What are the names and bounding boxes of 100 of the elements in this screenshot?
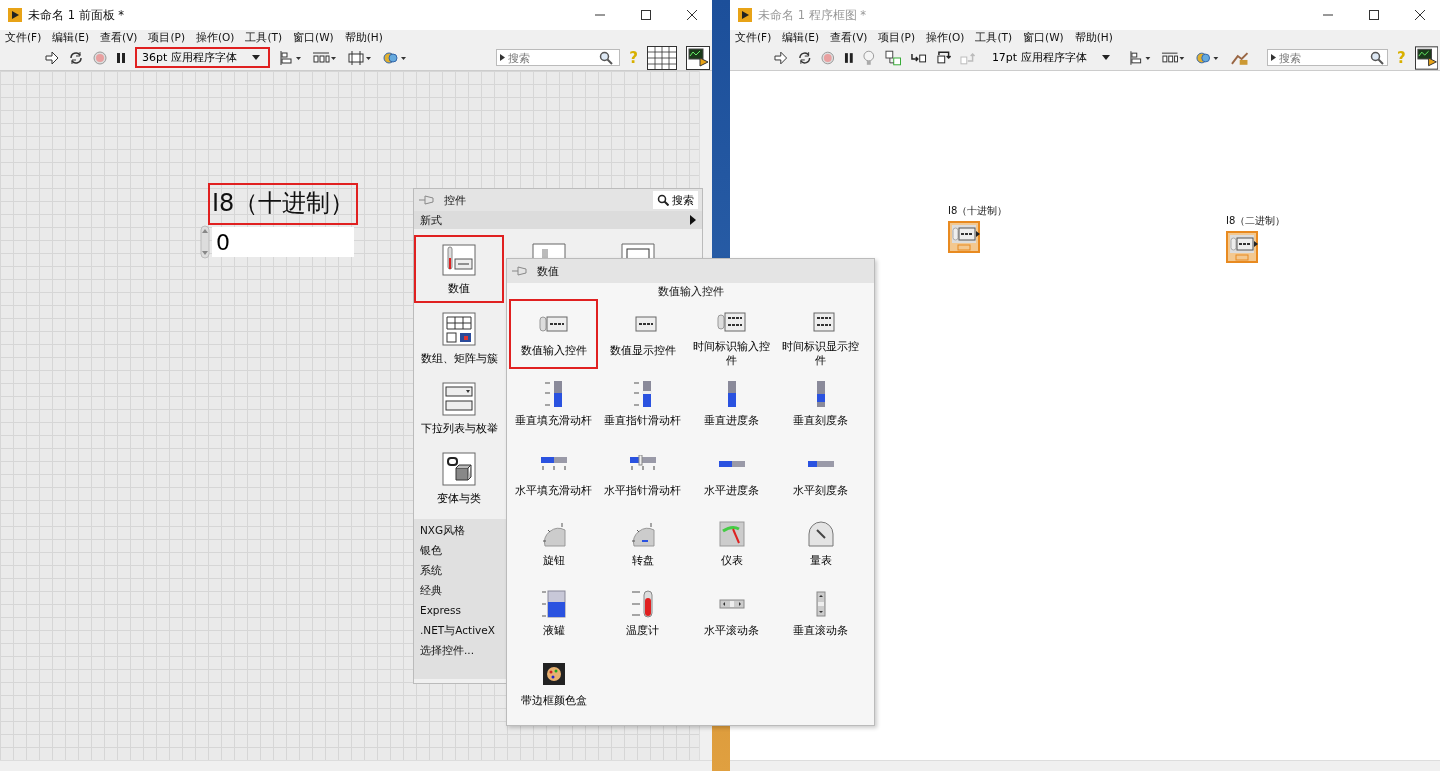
palette-item[interactable]: 垂直进度条: [687, 369, 776, 439]
connector-pane-icon[interactable]: [647, 45, 677, 70]
palette-item[interactable]: 转盘: [598, 509, 687, 579]
reorder-icon[interactable]: [382, 49, 408, 66]
time-control-icon: [716, 312, 747, 332]
close-icon: [1415, 10, 1425, 20]
app-logo-icon: [738, 8, 752, 22]
distribute-icon[interactable]: [312, 49, 338, 66]
horizontal-slider-icon: [539, 455, 568, 473]
control-label: I8（十进制）: [208, 183, 359, 225]
palette-item[interactable]: 变体与类: [414, 445, 504, 513]
menu-item[interactable]: 文件(F): [5, 30, 42, 45]
palette-item[interactable]: 数值显示控件: [598, 299, 687, 369]
palette-section[interactable]: 系统: [420, 560, 500, 580]
search-field[interactable]: 搜索: [508, 51, 597, 64]
resize-icon[interactable]: [347, 49, 373, 66]
category-label: 新式: [420, 212, 442, 228]
run-continuously-icon[interactable]: [68, 50, 84, 65]
palette-item[interactable]: 仪表: [687, 509, 776, 579]
palette-section[interactable]: Express: [420, 600, 500, 620]
horizontal-bar-icon: [717, 460, 746, 468]
align-icon[interactable]: [279, 49, 303, 66]
align-icon[interactable]: [1128, 49, 1153, 66]
vi-icon[interactable]: [686, 45, 710, 70]
vertical-slider-icon: [631, 380, 654, 408]
gauge-icon: [807, 521, 834, 547]
step-over-icon[interactable]: [935, 50, 952, 65]
probe-icon[interactable]: [884, 49, 903, 66]
dial-icon: [629, 521, 656, 547]
palette-item[interactable]: 温度计: [598, 579, 687, 649]
palette-search-button[interactable]: 搜索: [653, 191, 698, 209]
palette-section[interactable]: 银色: [420, 540, 500, 560]
palette-item[interactable]: 垂直填充滑动杆: [509, 369, 598, 439]
palette-item[interactable]: 垂直刻度条: [776, 369, 865, 439]
palette-item[interactable]: 水平刻度条: [776, 439, 865, 509]
vertical-bar-icon: [726, 380, 737, 408]
palette-item[interactable]: 液罐: [509, 579, 598, 649]
menu-item[interactable]: 工具(T): [975, 30, 1013, 45]
menu-item[interactable]: 操作(O): [196, 30, 235, 45]
palette-item[interactable]: 水平滚动条: [687, 579, 776, 649]
palette-item[interactable]: 水平填充滑动杆: [509, 439, 598, 509]
menu-item[interactable]: 查看(V): [100, 30, 138, 45]
palette-item[interactable]: 下拉列表与枚举: [414, 375, 504, 443]
increment-arrows-icon[interactable]: [200, 225, 210, 259]
palette-section[interactable]: .NET与ActiveX: [420, 620, 500, 640]
search-icon[interactable]: [599, 50, 614, 65]
menu-item[interactable]: 编辑(E): [782, 30, 820, 45]
palette-section[interactable]: 经典: [420, 580, 500, 600]
palette-item[interactable]: 量表: [776, 509, 865, 579]
menu-item[interactable]: 窗口(W): [1023, 30, 1064, 45]
window-title: 未命名 1 前面板 *: [28, 7, 125, 23]
scrollbar-icon: [814, 591, 827, 617]
palette-item[interactable]: 数值: [414, 235, 504, 303]
palette-section[interactable]: NXG风格: [420, 520, 500, 540]
vertical-slider-icon: [542, 380, 565, 408]
menu-item[interactable]: 项目(P): [878, 30, 915, 45]
triangle-icon[interactable]: [1271, 54, 1276, 61]
palette-item[interactable]: 数组、矩阵与簇: [414, 305, 504, 373]
variant-palette-icon: [442, 452, 476, 486]
search-box[interactable]: 搜索: [496, 49, 621, 66]
numeric-terminal-icon[interactable]: [948, 221, 981, 253]
menu-item[interactable]: 工具(T): [245, 30, 283, 45]
run-continuously-icon[interactable]: [796, 50, 812, 65]
menu-item[interactable]: 编辑(E): [52, 30, 90, 45]
menu-item[interactable]: 操作(O): [926, 30, 965, 45]
palette-item[interactable]: 时间标识显示控件: [776, 299, 865, 369]
vi-icon[interactable]: [1414, 45, 1438, 70]
palette-item[interactable]: 时间标识输入控件: [687, 299, 776, 369]
menu-item[interactable]: 帮助(H): [1074, 30, 1113, 45]
palette-item[interactable]: 水平指针滑动杆: [598, 439, 687, 509]
font-dropdown[interactable]: 36pt 应用程序字体: [135, 47, 270, 68]
run-arrow-icon[interactable]: [45, 50, 59, 65]
palette-item[interactable]: 数值输入控件: [509, 299, 598, 369]
menu-item[interactable]: 查看(V): [830, 30, 868, 45]
pause-icon[interactable]: [116, 51, 126, 64]
palette-item[interactable]: 带边框颜色盒: [509, 649, 598, 719]
knob-icon: [540, 521, 567, 547]
search-box[interactable]: 搜索: [1267, 49, 1388, 66]
category-row[interactable]: 新式: [414, 211, 702, 229]
numeric-terminal-icon[interactable]: [1226, 231, 1259, 263]
palette-section[interactable]: 选择控件...: [420, 640, 500, 660]
run-arrow-icon[interactable]: [773, 50, 788, 65]
pause-icon[interactable]: [843, 51, 854, 64]
palette-item[interactable]: 垂直指针滑动杆: [598, 369, 687, 439]
terminal-label: I8（二进制）: [1226, 214, 1286, 228]
palette-item[interactable]: 垂直滚动条: [776, 579, 865, 649]
numeric-field[interactable]: 0: [212, 227, 354, 257]
palette-item[interactable]: 水平进度条: [687, 439, 776, 509]
menu-item[interactable]: 窗口(W): [293, 30, 334, 45]
menu-item[interactable]: 帮助(H): [344, 30, 383, 45]
search-icon[interactable]: [1370, 50, 1384, 65]
expand-arrow-icon[interactable]: [690, 215, 696, 225]
triangle-icon[interactable]: [500, 54, 506, 61]
vertical-bar-icon: [815, 380, 826, 408]
close-icon: [687, 10, 697, 20]
maximize-icon: [641, 10, 651, 20]
search-field[interactable]: 搜索: [1279, 51, 1367, 64]
palette-item[interactable]: 旋钮: [509, 509, 598, 579]
menu-item[interactable]: 项目(P): [148, 30, 185, 45]
menu-item[interactable]: 文件(F): [735, 30, 772, 45]
